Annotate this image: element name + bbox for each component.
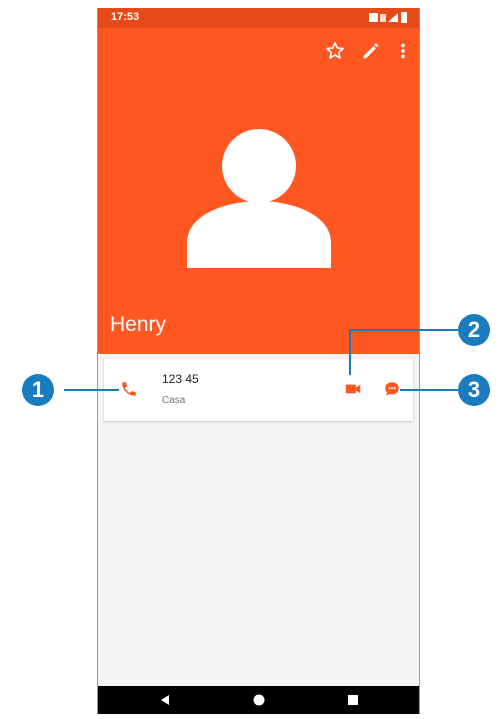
- phone-screen: 17:53 Henry 123 45 Casa: [97, 8, 420, 714]
- phone-type-label: Casa: [162, 395, 186, 406]
- callout-2: 2: [458, 314, 490, 346]
- navigation-bar: [98, 686, 419, 714]
- message-icon[interactable]: [383, 380, 401, 398]
- callout-2-vertical-line: [349, 329, 351, 375]
- phone-number: 123 45: [162, 372, 199, 386]
- callout-1: 1: [22, 374, 54, 406]
- wifi-icon: [380, 14, 386, 22]
- callout-3: 3: [458, 374, 490, 406]
- more-vert-icon[interactable]: [392, 40, 414, 62]
- contact-header: 17:53 Henry: [98, 8, 419, 354]
- callout-3-line: [400, 389, 458, 391]
- back-icon[interactable]: [159, 694, 171, 706]
- star-outline-icon[interactable]: [324, 40, 346, 62]
- status-bar: 17:53: [98, 8, 419, 28]
- contact-name: Henry: [110, 313, 167, 336]
- callout-1-line: [64, 389, 119, 391]
- recents-icon[interactable]: [347, 694, 359, 706]
- signal-icon: [388, 13, 398, 22]
- video-call-icon[interactable]: [344, 381, 362, 397]
- sim-icon: [369, 13, 378, 22]
- callout-2-line: [351, 329, 458, 331]
- phone-number-card[interactable]: 123 45 Casa: [104, 358, 413, 421]
- person-icon: [187, 129, 331, 268]
- status-icons: [369, 12, 407, 23]
- phone-icon[interactable]: [120, 380, 138, 398]
- pencil-icon[interactable]: [360, 40, 382, 62]
- home-icon[interactable]: [253, 694, 265, 706]
- status-time: 17:53: [111, 11, 140, 23]
- battery-icon: [401, 12, 407, 23]
